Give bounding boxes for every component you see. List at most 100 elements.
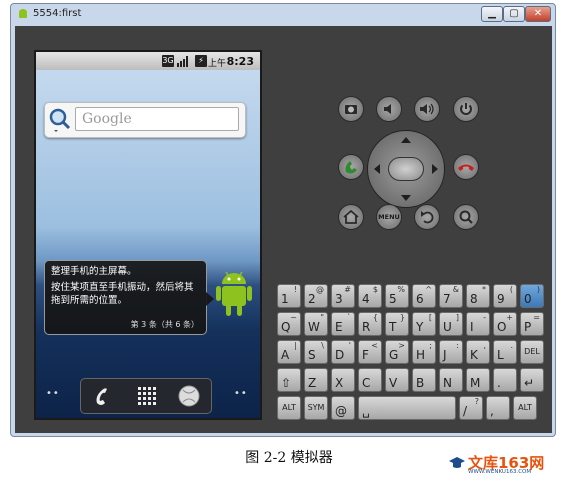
key-p[interactable]: P = (520, 312, 544, 336)
key-label: Y (416, 320, 424, 334)
key-i[interactable]: I- (466, 312, 490, 336)
key-0[interactable]: 0) (520, 284, 544, 308)
key-m[interactable]: M (466, 368, 490, 392)
key-h[interactable]: H; (412, 340, 436, 364)
back-button[interactable] (414, 204, 440, 230)
key-label: ⇧ (281, 376, 292, 390)
key-f[interactable]: F < (358, 340, 382, 364)
key-label: @ (335, 404, 347, 418)
key-u[interactable]: U] (439, 312, 463, 336)
key-j[interactable]: J: (439, 340, 463, 364)
key-k[interactable]: K, (466, 340, 490, 364)
key-e[interactable]: E ` (331, 312, 355, 336)
page-indicator-right: •• (234, 388, 248, 399)
key-q[interactable]: Q ~ (277, 312, 301, 336)
title-bar[interactable]: 5554:first ▁ ▢ ✕ (11, 4, 555, 26)
minimize-button[interactable]: ▁ (481, 6, 503, 22)
key-label: ↵ (524, 376, 535, 390)
key-8[interactable]: 8 * (466, 284, 490, 308)
key-alt-label: ' (348, 341, 351, 350)
key-slash[interactable]: /? (459, 396, 483, 420)
key-b[interactable]: B (412, 368, 436, 392)
volume-up-button[interactable] (414, 96, 440, 122)
home-button[interactable] (338, 204, 364, 230)
browser-icon[interactable] (169, 381, 209, 411)
back-arrow-icon (421, 211, 434, 224)
call-button[interactable] (338, 154, 364, 180)
camera-button[interactable] (338, 96, 364, 122)
key-alt-label: > (398, 341, 405, 350)
key-label: ALT (282, 403, 296, 412)
volume-down-button[interactable] (376, 96, 402, 122)
key-sym[interactable]: SYM (304, 396, 328, 420)
key-alt-label: * (482, 285, 486, 294)
key-4[interactable]: 4 $ (358, 284, 382, 308)
key-a[interactable]: A | (277, 340, 301, 364)
key-alt[interactable]: ALT (277, 396, 301, 420)
key-6[interactable]: 6 ^ (412, 284, 436, 308)
search-button[interactable] (453, 204, 479, 230)
dpad-center-button[interactable] (388, 157, 424, 181)
tip-counter: 第 3 条（共 6 条） (130, 320, 199, 329)
key-t[interactable]: T} (385, 312, 409, 336)
key-label: G (389, 348, 399, 362)
key-at[interactable]: @ (331, 396, 355, 420)
device-screen[interactable]: 3G ⚡ 上午 8:23 Google 整理手机的主屏幕。 按住某项直至手机振动… (34, 50, 262, 420)
key-period[interactable]: . (493, 368, 517, 392)
key-label: 5 (389, 292, 397, 306)
key-enter[interactable]: ↵ (520, 368, 544, 392)
key-shift[interactable]: ⇧ (277, 368, 301, 392)
google-search-widget[interactable]: Google (44, 102, 246, 138)
key-space[interactable]: ␣ (358, 396, 456, 420)
key-d[interactable]: D ' (331, 340, 355, 364)
key-v[interactable]: V (385, 368, 409, 392)
key-1[interactable]: 1! (277, 284, 301, 308)
key-alt-label: ~ (290, 313, 297, 322)
key-s[interactable]: S \ (304, 340, 328, 364)
maximize-button[interactable]: ▢ (503, 6, 525, 22)
key-z[interactable]: Z (304, 368, 328, 392)
key-label: 6 (416, 292, 424, 306)
key-2[interactable]: 2 @ (304, 284, 328, 308)
key-5[interactable]: 5% (385, 284, 409, 308)
key-y[interactable]: Y[ (412, 312, 436, 336)
emulator-body: 3G ⚡ 上午 8:23 Google 整理手机的主屏幕。 按住某项直至手机振动… (15, 26, 552, 433)
search-input[interactable]: Google (75, 107, 239, 131)
key-c[interactable]: C (358, 368, 382, 392)
key-l[interactable]: L. (493, 340, 517, 364)
key-g[interactable]: G > (385, 340, 409, 364)
speaker-high-icon (420, 103, 434, 115)
battery-icon: ⚡ (195, 55, 207, 67)
key-alt-label: ) (536, 285, 540, 294)
menu-button[interactable]: MENU (376, 204, 402, 230)
key-w[interactable]: W " (304, 312, 328, 336)
key-label: Z (308, 376, 317, 390)
key-label: W (308, 320, 320, 334)
key-3[interactable]: 3 # (331, 284, 355, 308)
key-label: 4 (362, 292, 370, 306)
key-alt[interactable]: ALT (513, 396, 537, 420)
dialer-icon[interactable] (83, 381, 123, 411)
key-o[interactable]: O + (493, 312, 517, 336)
emulator-window: 5554:first ▁ ▢ ✕ 3G ⚡ 上午 8:23 Google 整理手… (10, 3, 556, 437)
key-x[interactable]: X (331, 368, 355, 392)
key-alt-label: & (452, 285, 459, 294)
key-label: O (497, 320, 507, 334)
power-button[interactable] (453, 96, 479, 122)
key-alt-label: = (533, 313, 540, 322)
status-time: 8:23 (226, 55, 254, 68)
key-r[interactable]: R{ (358, 312, 382, 336)
app-drawer-icon[interactable] (126, 381, 166, 411)
key-9[interactable]: 9( (493, 284, 517, 308)
key-alt-label: ^ (425, 285, 432, 294)
key-del[interactable]: DEL (520, 340, 544, 364)
key-comma[interactable]: , (486, 396, 510, 420)
key-alt-label: ; (429, 341, 432, 350)
end-call-button[interactable] (453, 154, 479, 180)
close-button[interactable]: ✕ (525, 6, 551, 22)
key-n[interactable]: N (439, 368, 463, 392)
key-alt-label: ? (474, 397, 479, 406)
key-label: SYM (307, 403, 325, 412)
key-7[interactable]: 7 & (439, 284, 463, 308)
key-label: . (497, 376, 501, 390)
